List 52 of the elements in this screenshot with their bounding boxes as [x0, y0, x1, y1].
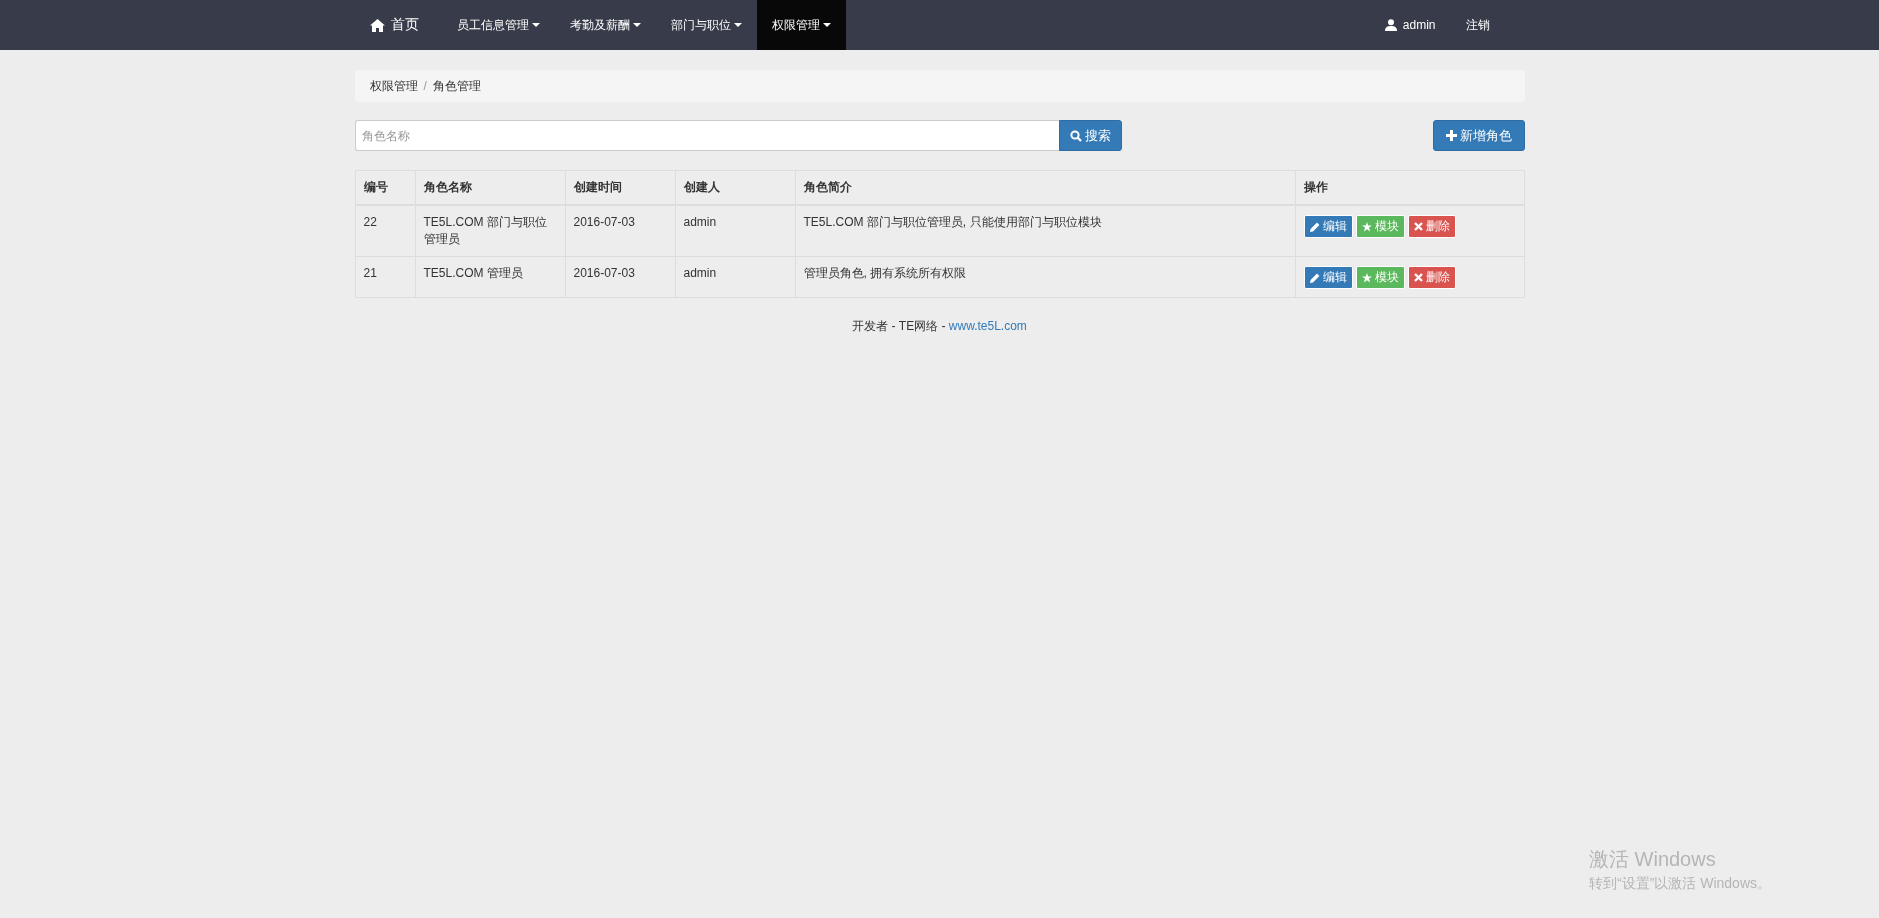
pencil-icon	[1309, 221, 1320, 232]
add-role-button[interactable]: 新增角色	[1432, 120, 1525, 151]
activation-title: 激活 Windows	[1589, 847, 1717, 872]
delete-button[interactable]: 删除	[1407, 266, 1456, 289]
pencil-icon	[1309, 272, 1320, 283]
breadcrumb-link[interactable]: 权限管理	[369, 77, 418, 95]
home-icon	[369, 18, 385, 32]
nav-menu-item[interactable]: 考勤及薪酬	[554, 0, 656, 50]
search-button[interactable]: 搜索	[1058, 120, 1122, 151]
star-icon	[1361, 221, 1372, 232]
table-cell: admin	[675, 256, 795, 298]
edit-button[interactable]: 编辑	[1303, 266, 1353, 289]
home-link[interactable]: 首页	[354, 0, 434, 50]
table-cell: admin	[675, 205, 795, 257]
caret-icon	[733, 23, 742, 27]
table-cell: 21	[355, 256, 415, 298]
edit-button[interactable]: 编辑	[1303, 215, 1353, 238]
column-header: 角色名称	[415, 170, 565, 205]
website-link[interactable]: www.te5L.com	[948, 319, 1027, 333]
user-link[interactable]: admin	[1369, 0, 1451, 50]
table-cell: 22	[355, 205, 415, 257]
column-header: 创建时间	[565, 170, 675, 205]
column-header: 操作	[1295, 170, 1524, 205]
caret-icon	[531, 23, 540, 27]
module-button[interactable]: 模块	[1355, 266, 1405, 289]
nav-menu-item[interactable]: 员工信息管理	[441, 0, 555, 50]
plus-icon	[1445, 130, 1457, 141]
role-name-search-field[interactable]: 角色名称	[354, 120, 1059, 151]
footer-text: 开发者 - TE网络 - www.te5L.com	[852, 318, 1027, 335]
table-cell: TE5L.COM 管理员	[415, 256, 565, 298]
table-cell: TE5L.COM 部门与职位管理员, 只能使用部门与职位模块	[795, 205, 1295, 257]
column-header: 创建人	[675, 170, 795, 205]
module-button[interactable]: 模块	[1355, 215, 1405, 238]
table-cell: TE5L.COM 部门与职位管理员	[415, 205, 565, 257]
nav-menu-item[interactable]: 权限管理	[756, 0, 846, 50]
cross-icon	[1413, 222, 1423, 231]
caret-icon	[632, 23, 641, 27]
delete-button[interactable]: 删除	[1407, 215, 1456, 238]
table-cell: 2016-07-03	[565, 256, 675, 298]
caret-icon	[822, 23, 831, 27]
star-icon	[1361, 272, 1372, 283]
user-icon	[1384, 19, 1397, 31]
column-header: 角色简介	[795, 170, 1295, 205]
breadcrumb-separator: /	[422, 79, 428, 93]
cross-icon	[1413, 273, 1423, 282]
logout-link[interactable]: 注销	[1450, 0, 1505, 50]
table-cell: 管理员角色, 拥有系统所有权限	[795, 256, 1295, 298]
table-cell: 2016-07-03	[565, 205, 675, 257]
search-icon	[1069, 129, 1082, 142]
column-header: 编号	[355, 170, 415, 205]
breadcrumb-current: 角色管理	[432, 77, 481, 95]
nav-menu-item[interactable]: 部门与职位	[655, 0, 757, 50]
